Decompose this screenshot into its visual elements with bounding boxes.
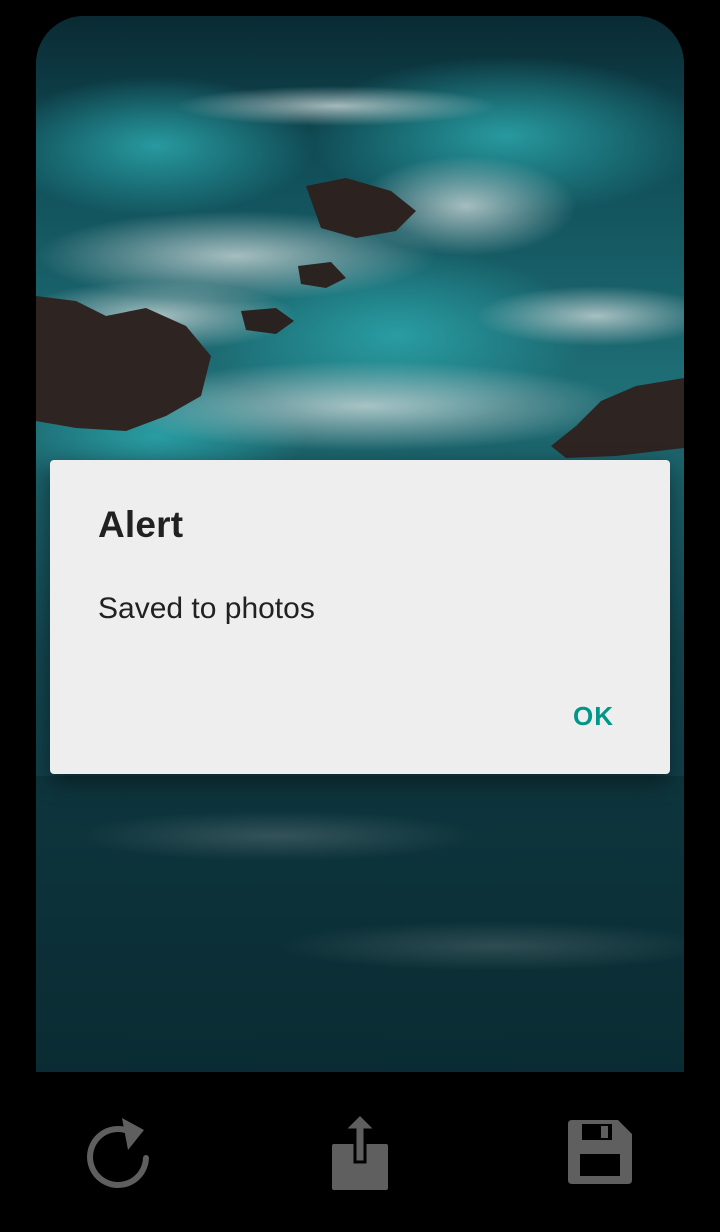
refresh-button[interactable] [78, 1110, 162, 1194]
refresh-icon [87, 1118, 149, 1188]
ok-button[interactable]: OK [557, 691, 630, 742]
share-button[interactable] [318, 1110, 402, 1194]
save-button[interactable] [558, 1110, 642, 1194]
dialog-title: Alert [98, 504, 184, 545]
app-screen: Alert Saved to photos OK [0, 0, 720, 1232]
alert-dialog: Alert Saved to photos OK [50, 460, 670, 774]
save-icon [568, 1120, 632, 1184]
share-icon [332, 1114, 388, 1190]
bottom-toolbar [0, 1072, 720, 1232]
dialog-message: Saved to photos [98, 592, 315, 625]
